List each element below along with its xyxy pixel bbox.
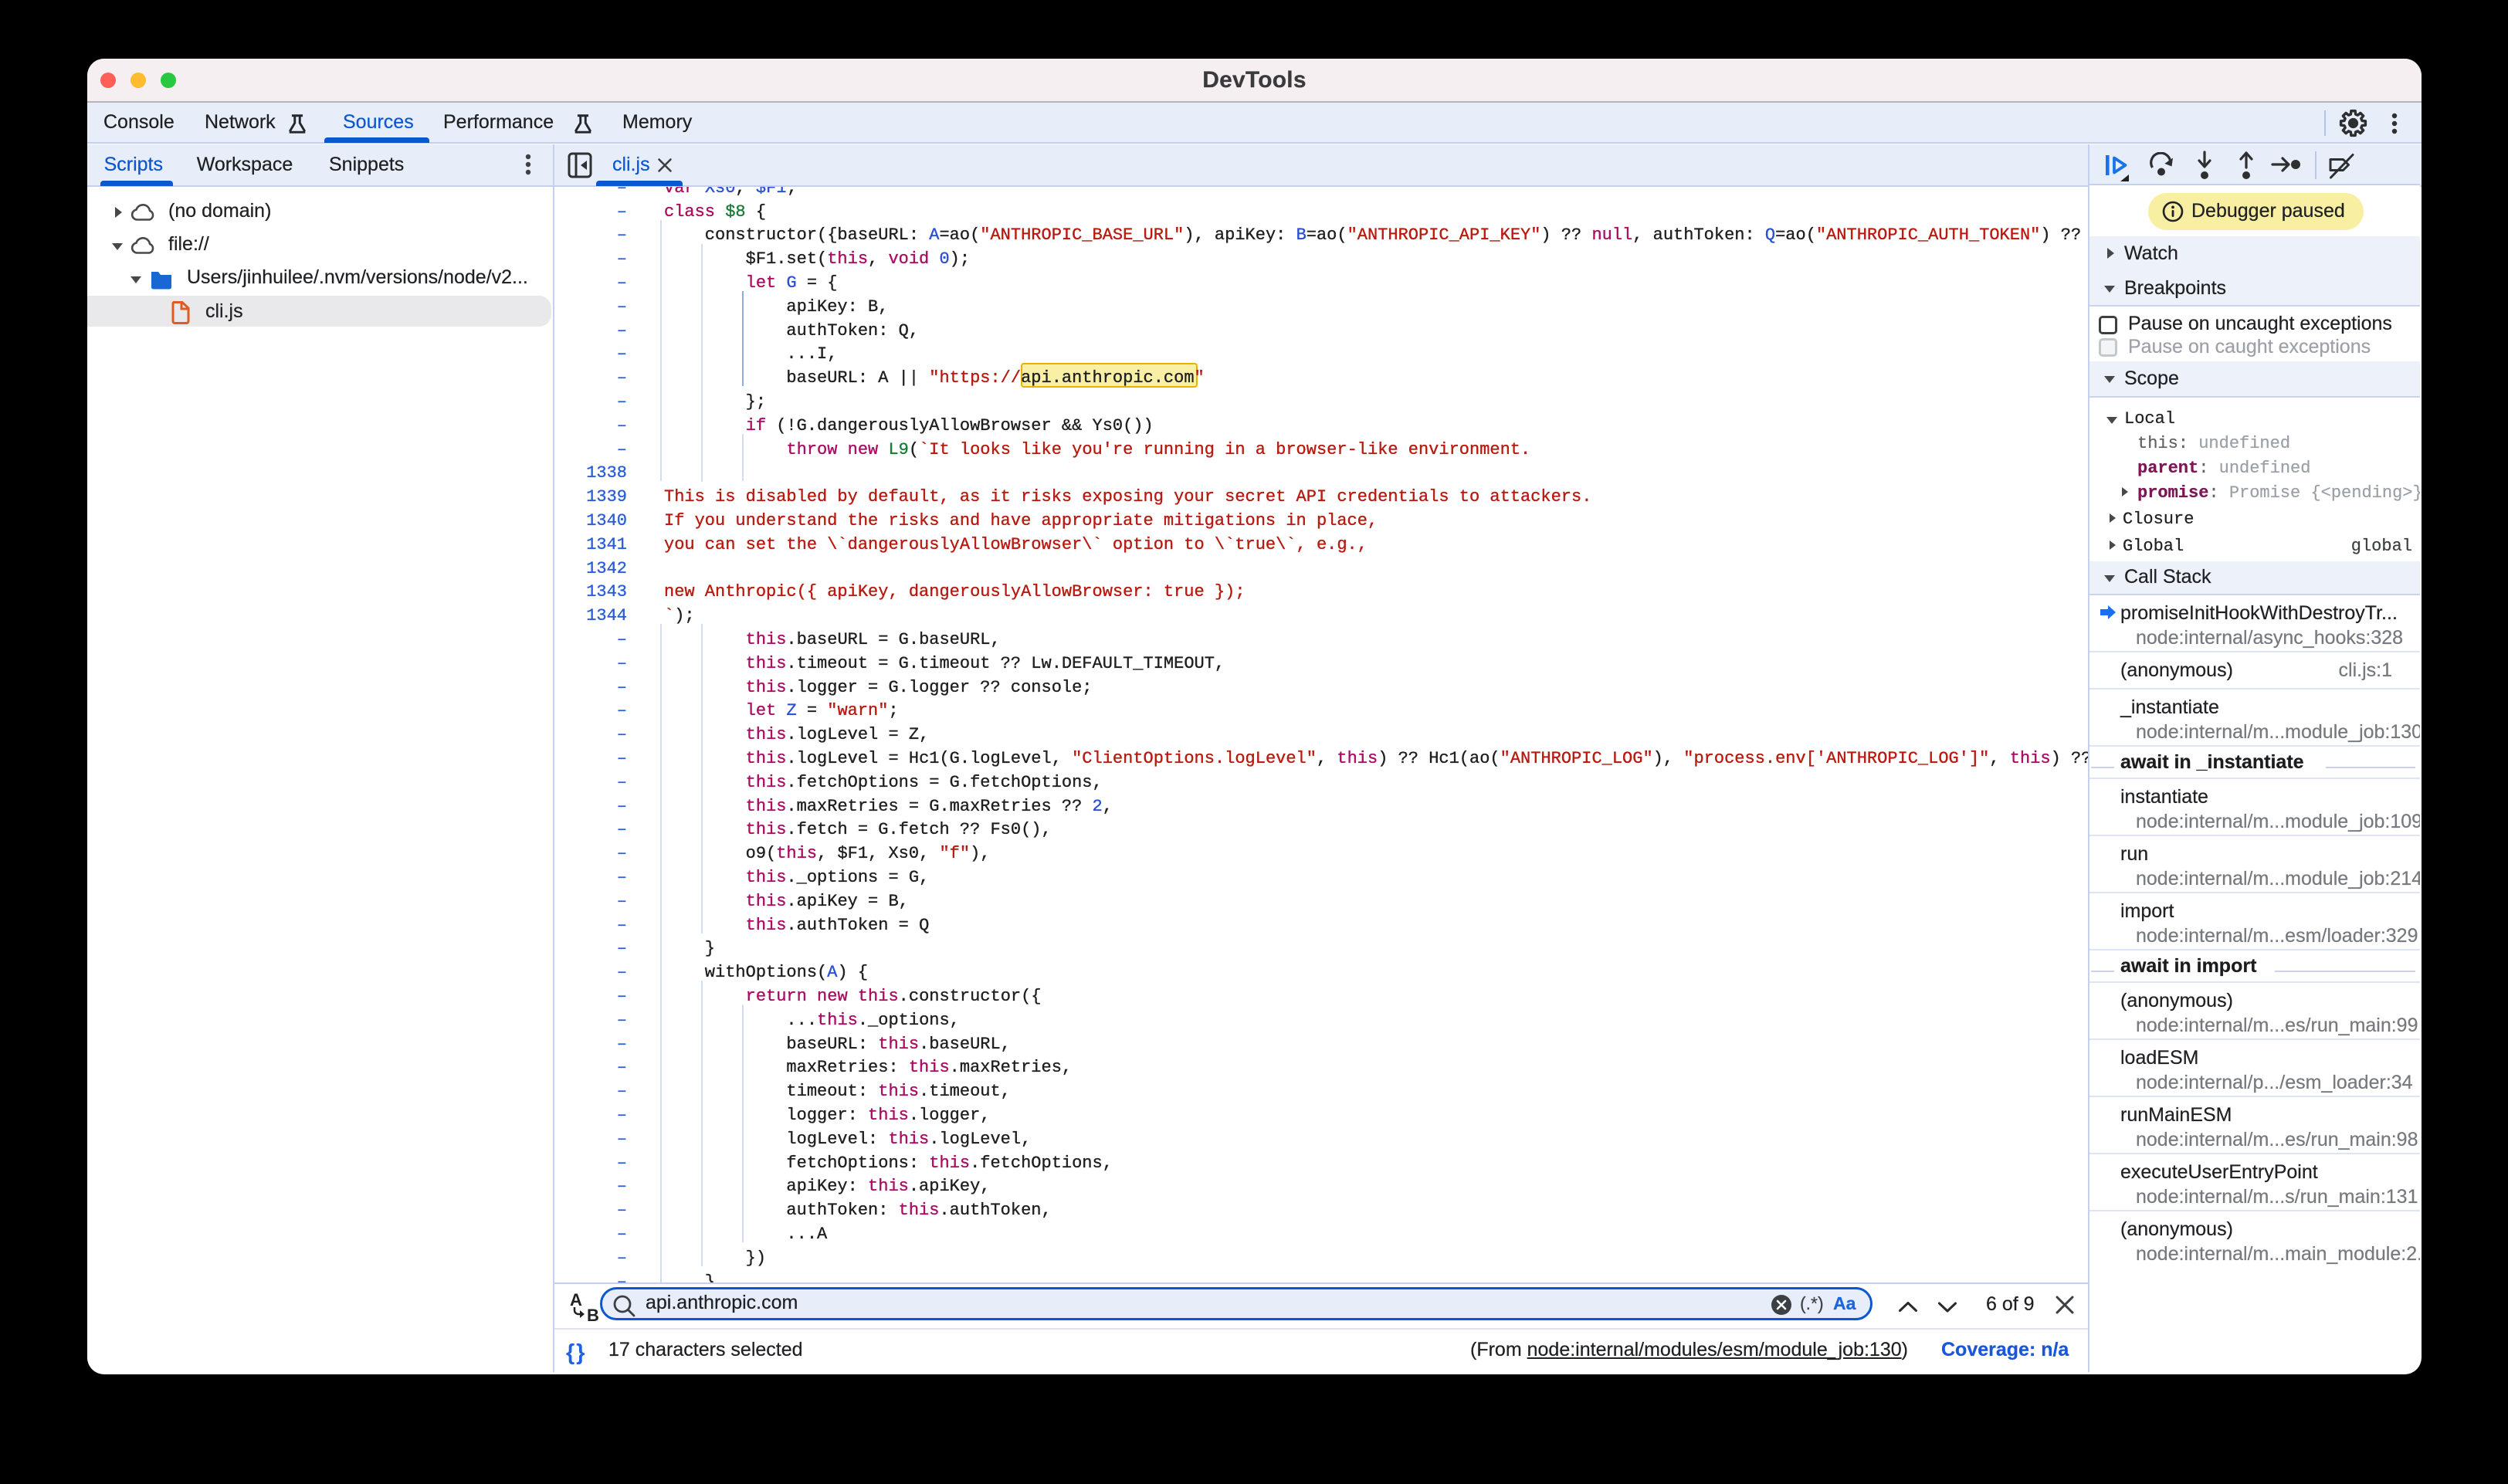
svg-text:A: A: [570, 1290, 582, 1310]
svg-text:{ }: { }: [566, 1340, 585, 1364]
svg-text:B: B: [587, 1306, 599, 1324]
